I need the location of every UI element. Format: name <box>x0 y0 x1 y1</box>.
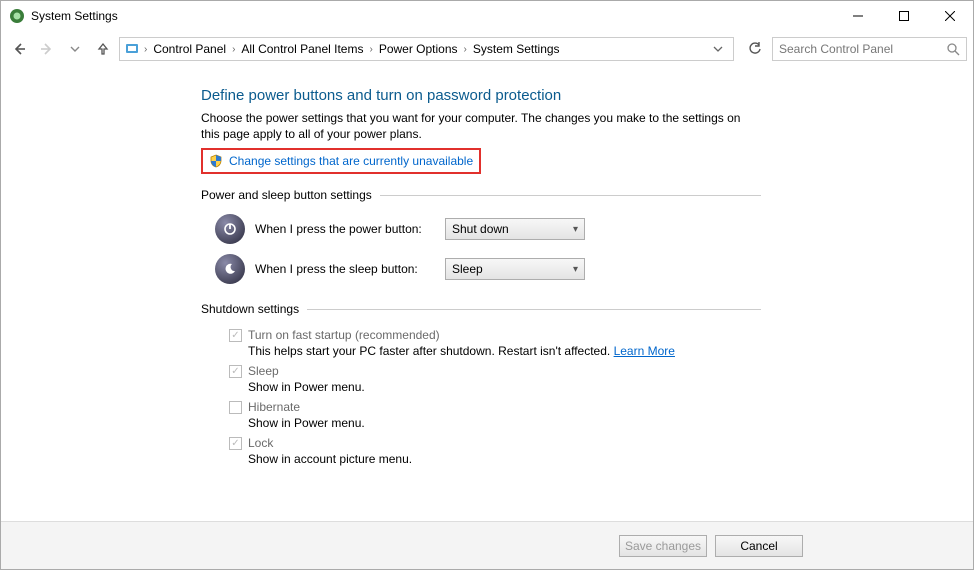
cancel-button[interactable]: Cancel <box>715 535 803 557</box>
change-settings-link[interactable]: Change settings that are currently unava… <box>229 154 473 168</box>
fast-startup-checkbox[interactable] <box>229 329 242 342</box>
section-title-power-sleep: Power and sleep button settings <box>201 188 761 202</box>
fast-startup-sub-text: This helps start your PC faster after sh… <box>248 344 610 358</box>
refresh-button[interactable] <box>742 37 768 61</box>
chevron-down-icon: ▾ <box>573 224 578 235</box>
select-value: Shut down <box>452 222 509 236</box>
breadcrumb-icon <box>124 41 140 57</box>
power-button-select[interactable]: Shut down ▾ <box>445 218 585 240</box>
page-heading: Define power buttons and turn on passwor… <box>201 87 965 104</box>
navbar: › Control Panel › All Control Panel Item… <box>1 31 973 67</box>
sleep-button-row: When I press the sleep button: Sleep ▾ <box>215 254 761 284</box>
close-button[interactable] <box>927 1 973 31</box>
hibernate-label: Hibernate <box>248 400 300 414</box>
sleep-option: Sleep Show in Power menu. <box>229 364 761 394</box>
fast-startup-label: Turn on fast startup (recommended) <box>248 328 440 342</box>
hibernate-description: Show in Power menu. <box>248 416 761 430</box>
app-icon <box>9 8 25 24</box>
breadcrumb-item[interactable]: Control Panel <box>151 42 228 56</box>
power-button-label: When I press the power button: <box>255 222 435 236</box>
page-description: Choose the power settings that you want … <box>201 110 761 142</box>
nav-recent-dropdown[interactable] <box>63 37 87 61</box>
chevron-right-icon: › <box>462 44 469 55</box>
select-value: Sleep <box>452 262 483 276</box>
power-button-row: When I press the power button: Shut down… <box>215 214 761 244</box>
lock-option: Lock Show in account picture menu. <box>229 436 761 466</box>
divider <box>307 309 761 310</box>
window-controls <box>835 1 973 31</box>
nav-forward-button[interactable] <box>35 37 59 61</box>
titlebar: System Settings <box>1 1 973 31</box>
chevron-right-icon: › <box>367 44 374 55</box>
search-placeholder: Search Control Panel <box>779 42 893 56</box>
change-settings-highlight: Change settings that are currently unava… <box>201 148 481 174</box>
hibernate-option: Hibernate Show in Power menu. <box>229 400 761 430</box>
breadcrumb-item[interactable]: All Control Panel Items <box>239 42 365 56</box>
minimize-button[interactable] <box>835 1 881 31</box>
breadcrumb-item[interactable]: Power Options <box>377 42 460 56</box>
sleep-description: Show in Power menu. <box>248 380 761 394</box>
shield-icon <box>209 154 223 168</box>
breadcrumb[interactable]: › Control Panel › All Control Panel Item… <box>119 37 734 61</box>
lock-description: Show in account picture menu. <box>248 452 761 466</box>
learn-more-link[interactable]: Learn More <box>614 344 675 358</box>
maximize-button[interactable] <box>881 1 927 31</box>
breadcrumb-item[interactable]: System Settings <box>471 42 562 56</box>
sleep-label: Sleep <box>248 364 279 378</box>
sleep-checkbox[interactable] <box>229 365 242 378</box>
chevron-down-icon: ▾ <box>573 264 578 275</box>
section-title-label: Power and sleep button settings <box>201 188 372 202</box>
section-title-label: Shutdown settings <box>201 302 299 316</box>
divider <box>380 195 761 196</box>
lock-checkbox[interactable] <box>229 437 242 450</box>
sleep-button-select[interactable]: Sleep ▾ <box>445 258 585 280</box>
window-title: System Settings <box>31 9 118 23</box>
nav-up-button[interactable] <box>91 37 115 61</box>
chevron-right-icon: › <box>230 44 237 55</box>
lock-label: Lock <box>248 436 273 450</box>
hibernate-checkbox[interactable] <box>229 401 242 414</box>
chevron-down-icon[interactable] <box>713 44 723 54</box>
search-icon <box>947 43 960 56</box>
sleep-button-label: When I press the sleep button: <box>255 262 435 276</box>
footer: Save changes Cancel <box>1 521 973 569</box>
nav-back-button[interactable] <box>7 37 31 61</box>
fast-startup-description: This helps start your PC faster after sh… <box>248 344 761 358</box>
chevron-right-icon: › <box>142 44 149 55</box>
power-icon <box>215 214 245 244</box>
sleep-icon <box>215 254 245 284</box>
fast-startup-option: Turn on fast startup (recommended) This … <box>229 328 761 358</box>
content-area: Define power buttons and turn on passwor… <box>1 67 973 521</box>
section-title-shutdown: Shutdown settings <box>201 302 761 316</box>
search-input[interactable]: Search Control Panel <box>772 37 967 61</box>
save-changes-button[interactable]: Save changes <box>619 535 707 557</box>
